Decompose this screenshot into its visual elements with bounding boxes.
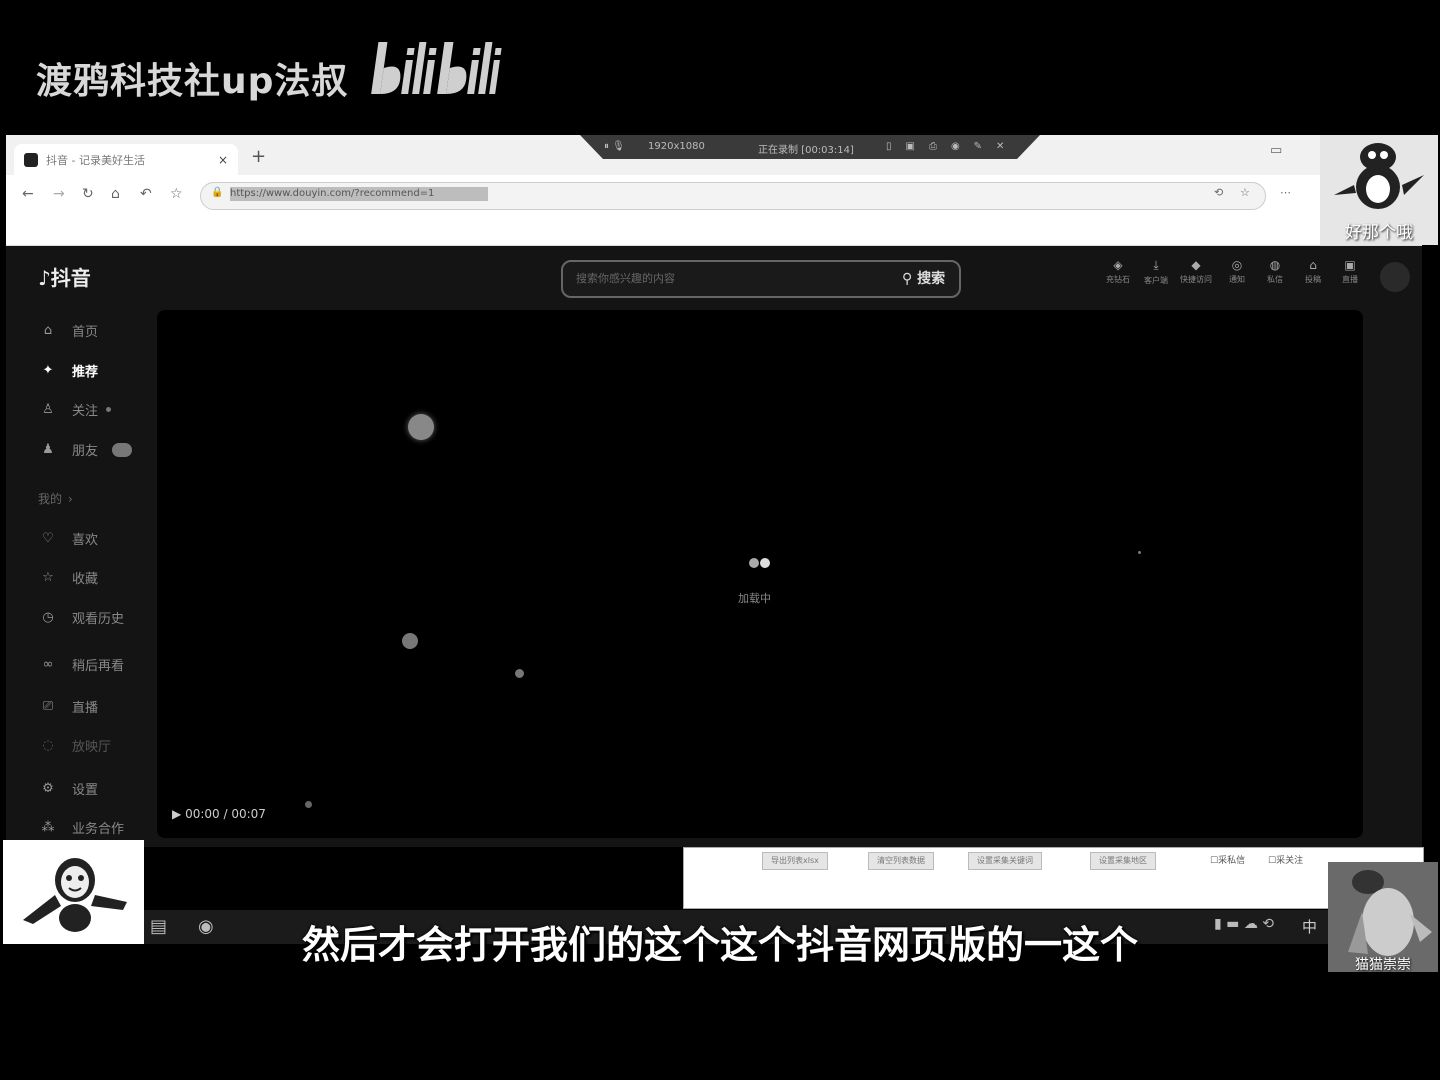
sidebar-item-history[interactable]: ◷ 观看历史 bbox=[38, 608, 124, 627]
download-icon: ⤓ bbox=[1153, 258, 1159, 272]
video-subtitle: 然后才会打开我们的这个这个抖音网页版的一这个 bbox=[301, 923, 1138, 967]
translate-icon[interactable]: ⟲ bbox=[1214, 186, 1223, 199]
video-player[interactable] bbox=[157, 310, 1363, 838]
loading-spinner-icon bbox=[760, 558, 770, 568]
sidebar-item-home[interactable]: ⌂ 首页 bbox=[38, 321, 98, 340]
avatar[interactable] bbox=[1380, 262, 1410, 292]
home-icon[interactable]: ⌂ bbox=[111, 186, 120, 202]
live-icon: ▣ bbox=[1344, 258, 1356, 272]
tiktok-note-icon: ♪ bbox=[38, 266, 51, 290]
top-icon-notify[interactable]: ◎ 通知 bbox=[1220, 258, 1254, 285]
sidebar-item-business[interactable]: ⁂ 业务合作 bbox=[38, 818, 125, 837]
bokeh-dot bbox=[408, 414, 434, 440]
top-icon-download[interactable]: ⤓ 客户端 bbox=[1139, 258, 1173, 286]
recorder-controls-icon[interactable]: ▯▣⎙◉✎✕ bbox=[886, 141, 1018, 152]
douyin-favicon-icon bbox=[24, 152, 38, 167]
window-controls[interactable]: ▭ bbox=[1270, 143, 1282, 158]
loading-spinner-icon bbox=[749, 558, 759, 568]
bookmark-star-icon[interactable]: ☆ bbox=[170, 186, 183, 202]
notify-icon: ◎ bbox=[1231, 258, 1243, 272]
checkbox-icon: ☐ bbox=[1210, 856, 1219, 866]
playback-time: 00:00 / 00:07 bbox=[185, 807, 266, 821]
penguin-sticker-icon bbox=[1334, 143, 1424, 209]
play-icon[interactable]: ▶ bbox=[172, 807, 181, 821]
search-icon: ⚲ bbox=[902, 271, 913, 287]
address-star-icon[interactable]: ☆ bbox=[1240, 186, 1250, 199]
sidebar-item-follow[interactable]: ♙ 关注 bbox=[38, 400, 112, 419]
checkbox-icon: ☐ bbox=[1268, 856, 1277, 866]
tab-douyin[interactable]: 抖音 - 记录美好生活 × bbox=[14, 144, 238, 175]
top-icon-post[interactable]: ⌂ 投稿 bbox=[1296, 258, 1330, 285]
cooperation-icon: ⁂ bbox=[41, 820, 55, 835]
heart-icon: ♡ bbox=[42, 531, 54, 546]
sidebar-item-recommend[interactable]: ✦ 推荐 bbox=[38, 361, 98, 380]
recorder-mic-icon[interactable]: ⏸ 🎙 bbox=[604, 141, 625, 152]
reload-icon[interactable]: ↻ bbox=[82, 186, 94, 202]
badge-icon bbox=[112, 442, 133, 457]
search-input[interactable]: 搜索你感兴趣的内容 bbox=[576, 270, 675, 286]
set-keyword-button[interactable]: 设置采集关键词 bbox=[968, 852, 1042, 870]
top-icon-message[interactable]: ◍ 私信 bbox=[1258, 258, 1292, 285]
top-icon-wallpaper[interactable]: ◆ 快捷访问 bbox=[1179, 258, 1213, 285]
follow-icon: ♙ bbox=[42, 402, 54, 417]
recorder-resolution: 1920x1080 bbox=[648, 141, 705, 152]
diamond-icon: ◈ bbox=[1113, 258, 1123, 272]
back-icon[interactable]: ← bbox=[22, 186, 34, 202]
loading-text: 加载中 bbox=[738, 592, 771, 605]
sidebar-item-favorites[interactable]: ☆ 收藏 bbox=[38, 568, 98, 587]
lock-icon: 🔒 bbox=[211, 187, 224, 198]
bokeh-dot bbox=[305, 801, 312, 808]
wallpaper-icon: ◆ bbox=[1191, 258, 1201, 272]
watermark-text: 渡鸦科技社up法叔 bbox=[36, 61, 349, 102]
checkbox-dm[interactable]: ☐采私信 bbox=[1210, 853, 1245, 866]
new-dot-icon bbox=[106, 407, 112, 412]
sidebar-item-cinema[interactable]: ◌ 放映厅 bbox=[38, 736, 111, 755]
extension-icon[interactable]: ⋯ bbox=[1280, 186, 1291, 199]
bokeh-dot bbox=[1138, 551, 1141, 554]
chevron-right-icon: › bbox=[68, 491, 73, 506]
sidebar-item-friends[interactable]: ♟ 朋友 bbox=[38, 440, 133, 459]
set-region-button[interactable]: 设置采集地区 bbox=[1090, 852, 1156, 870]
webcam-name-1: 好那个哦 bbox=[1345, 223, 1413, 243]
new-tab-button[interactable]: + bbox=[251, 146, 266, 167]
top-icon-live[interactable]: ▣ 直播 bbox=[1333, 258, 1367, 285]
sparkle-icon: ✦ bbox=[42, 363, 54, 378]
bokeh-dot bbox=[402, 633, 418, 649]
tv-icon: ⎚ bbox=[42, 699, 54, 714]
recorder-status: 正在录制 [00:03:14] bbox=[758, 145, 854, 156]
series-icon: ∞ bbox=[42, 657, 54, 672]
trophy-icon: ◌ bbox=[42, 738, 54, 753]
sidebar-item-live[interactable]: ⎚ 直播 bbox=[38, 697, 98, 716]
gear-icon: ⚙ bbox=[42, 781, 54, 796]
message-icon: ◍ bbox=[1269, 258, 1281, 272]
star-icon: ☆ bbox=[42, 570, 54, 585]
clock-icon: ◷ bbox=[42, 610, 54, 625]
top-icon-diamond[interactable]: ◈ 充钻石 bbox=[1101, 258, 1135, 285]
sidebar-item-series[interactable]: ∞ 稍后再看 bbox=[38, 655, 124, 674]
export-xlsx-button[interactable]: 导出列表xlsx bbox=[762, 852, 828, 870]
forward-icon[interactable]: → bbox=[53, 186, 65, 202]
bilibili-logo bbox=[371, 42, 502, 94]
playback-controls[interactable]: ▶ 00:00 / 00:07 bbox=[172, 807, 266, 821]
friends-icon: ♟ bbox=[42, 442, 54, 457]
sidebar-section-mine[interactable]: 我的 › bbox=[38, 490, 73, 507]
home-icon: ⌂ bbox=[43, 323, 53, 338]
clear-list-button[interactable]: 清空列表数据 bbox=[868, 852, 934, 870]
douyin-logo[interactable]: ♪抖音 bbox=[38, 262, 91, 291]
sidebar-item-settings[interactable]: ⚙ 设置 bbox=[38, 779, 98, 798]
sidebar-item-likes[interactable]: ♡ 喜欢 bbox=[38, 529, 98, 548]
screen-recorder-bar: ⏸ 🎙 1920x1080 正在录制 [00:03:14] ▯▣⎙◉✎✕ bbox=[580, 135, 1040, 159]
search-button[interactable]: ⚲ 搜索 bbox=[902, 268, 945, 288]
bokeh-dot bbox=[515, 669, 524, 678]
post-icon: ⌂ bbox=[1309, 258, 1317, 272]
url-text[interactable]: https://www.douyin.com/?recommend=1 bbox=[230, 187, 488, 201]
checkbox-follow[interactable]: ☐采关注 bbox=[1268, 853, 1303, 866]
tab-title: 抖音 - 记录美好生活 bbox=[46, 153, 145, 167]
tab-close-icon[interactable]: × bbox=[218, 153, 228, 167]
undo-icon[interactable]: ↶ bbox=[140, 186, 152, 202]
